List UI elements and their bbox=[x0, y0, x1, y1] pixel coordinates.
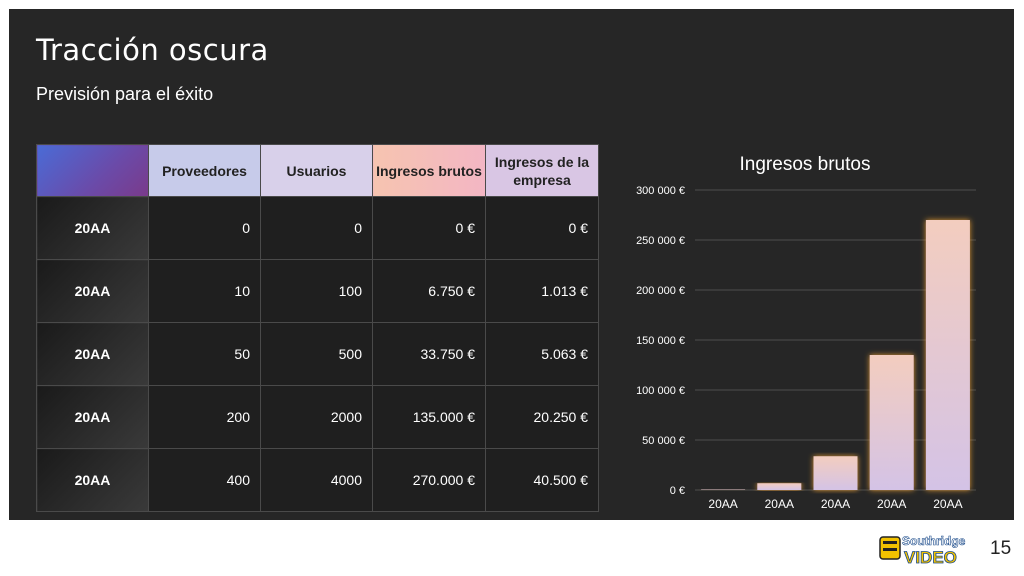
row-year-label: 20AA bbox=[36, 259, 149, 323]
x-tick-label: 20AA bbox=[708, 497, 737, 511]
y-tick-label: 300 000 € bbox=[636, 185, 685, 197]
forecast-table: Proveedores Usuarios Ingresos brutos Ing… bbox=[36, 144, 599, 512]
bar bbox=[701, 489, 746, 490]
table-cell: 0 bbox=[148, 196, 261, 260]
bar bbox=[813, 456, 858, 490]
table-cell: 200 bbox=[148, 385, 261, 449]
table-cell: 4000 bbox=[260, 448, 373, 512]
table-cell: 1.013 € bbox=[485, 259, 599, 323]
table-cell: 40.500 € bbox=[485, 448, 599, 512]
table-row: 20AA 10 100 6.750 €1.013 € bbox=[36, 259, 599, 323]
x-tick-label: 20AA bbox=[765, 497, 794, 511]
table-cell: 10 bbox=[148, 259, 261, 323]
bar bbox=[757, 483, 802, 490]
bar bbox=[869, 355, 914, 490]
slide-title: Tracción oscura bbox=[36, 33, 269, 67]
y-tick-label: 100 000 € bbox=[636, 385, 685, 397]
header-corner bbox=[36, 144, 149, 197]
table-cell: 20.250 € bbox=[485, 385, 599, 449]
y-tick-label: 50 000 € bbox=[642, 435, 685, 447]
header-usuarios: Usuarios bbox=[260, 144, 373, 197]
logo-line2: VIDEO bbox=[904, 548, 957, 567]
row-year-label: 20AA bbox=[36, 322, 149, 386]
page-number: 15 bbox=[990, 538, 1012, 559]
table-row: 20AA 400 4000 270.000 €40.500 € bbox=[36, 448, 599, 512]
table-cell: 33.750 € bbox=[372, 322, 486, 386]
slide-subtitle: Previsión para el éxito bbox=[36, 84, 214, 104]
table-cell: 135.000 € bbox=[372, 385, 486, 449]
header-ingresos-brutos: Ingresos brutos bbox=[372, 144, 486, 197]
row-year-label: 20AA bbox=[36, 448, 149, 512]
header-proveedores: Proveedores bbox=[148, 144, 261, 197]
table-cell: 50 bbox=[148, 322, 261, 386]
table-cell: 2000 bbox=[260, 385, 373, 449]
y-tick-label: 150 000 € bbox=[636, 335, 685, 347]
southridge-video-logo: Southridge VIDEO bbox=[879, 534, 966, 567]
logo-line1: Southridge bbox=[902, 534, 966, 548]
x-tick-label: 20AA bbox=[877, 497, 906, 511]
row-year-label: 20AA bbox=[36, 385, 149, 449]
table-row: 20AA 0 0 0 €0 € bbox=[36, 196, 599, 260]
gross-revenue-chart: 0 € 50 000 € 100 000 € 150 000 € 200 000 € 25… bbox=[636, 185, 976, 511]
table-cell: 100 bbox=[260, 259, 373, 323]
row-year-label: 20AA bbox=[36, 196, 149, 260]
table-row: 20AA 200 2000 135.000 €20.250 € bbox=[36, 385, 599, 449]
chart-title: Ingresos brutos bbox=[739, 154, 871, 175]
x-tick-label: 20AA bbox=[933, 497, 962, 511]
table-cell: 0 € bbox=[485, 196, 599, 260]
table-cell: 400 bbox=[148, 448, 261, 512]
y-tick-label: 200 000 € bbox=[636, 285, 685, 297]
y-tick-label: 0 € bbox=[670, 485, 685, 497]
header-ingresos-empresa: Ingresos de la empresa bbox=[485, 144, 599, 197]
table-row: 20AA 50 500 33.750 €5.063 € bbox=[36, 322, 599, 386]
table-cell: 0 bbox=[260, 196, 373, 260]
table-cell: 270.000 € bbox=[372, 448, 486, 512]
x-tick-label: 20AA bbox=[821, 497, 850, 511]
table-cell: 6.750 € bbox=[372, 259, 486, 323]
table-cell: 5.063 € bbox=[485, 322, 599, 386]
bar bbox=[925, 220, 970, 490]
table-header-row: Proveedores Usuarios Ingresos brutos Ing… bbox=[36, 144, 599, 197]
table-cell: 500 bbox=[260, 322, 373, 386]
y-tick-label: 250 000 € bbox=[636, 235, 685, 247]
table-cell: 0 € bbox=[372, 196, 486, 260]
